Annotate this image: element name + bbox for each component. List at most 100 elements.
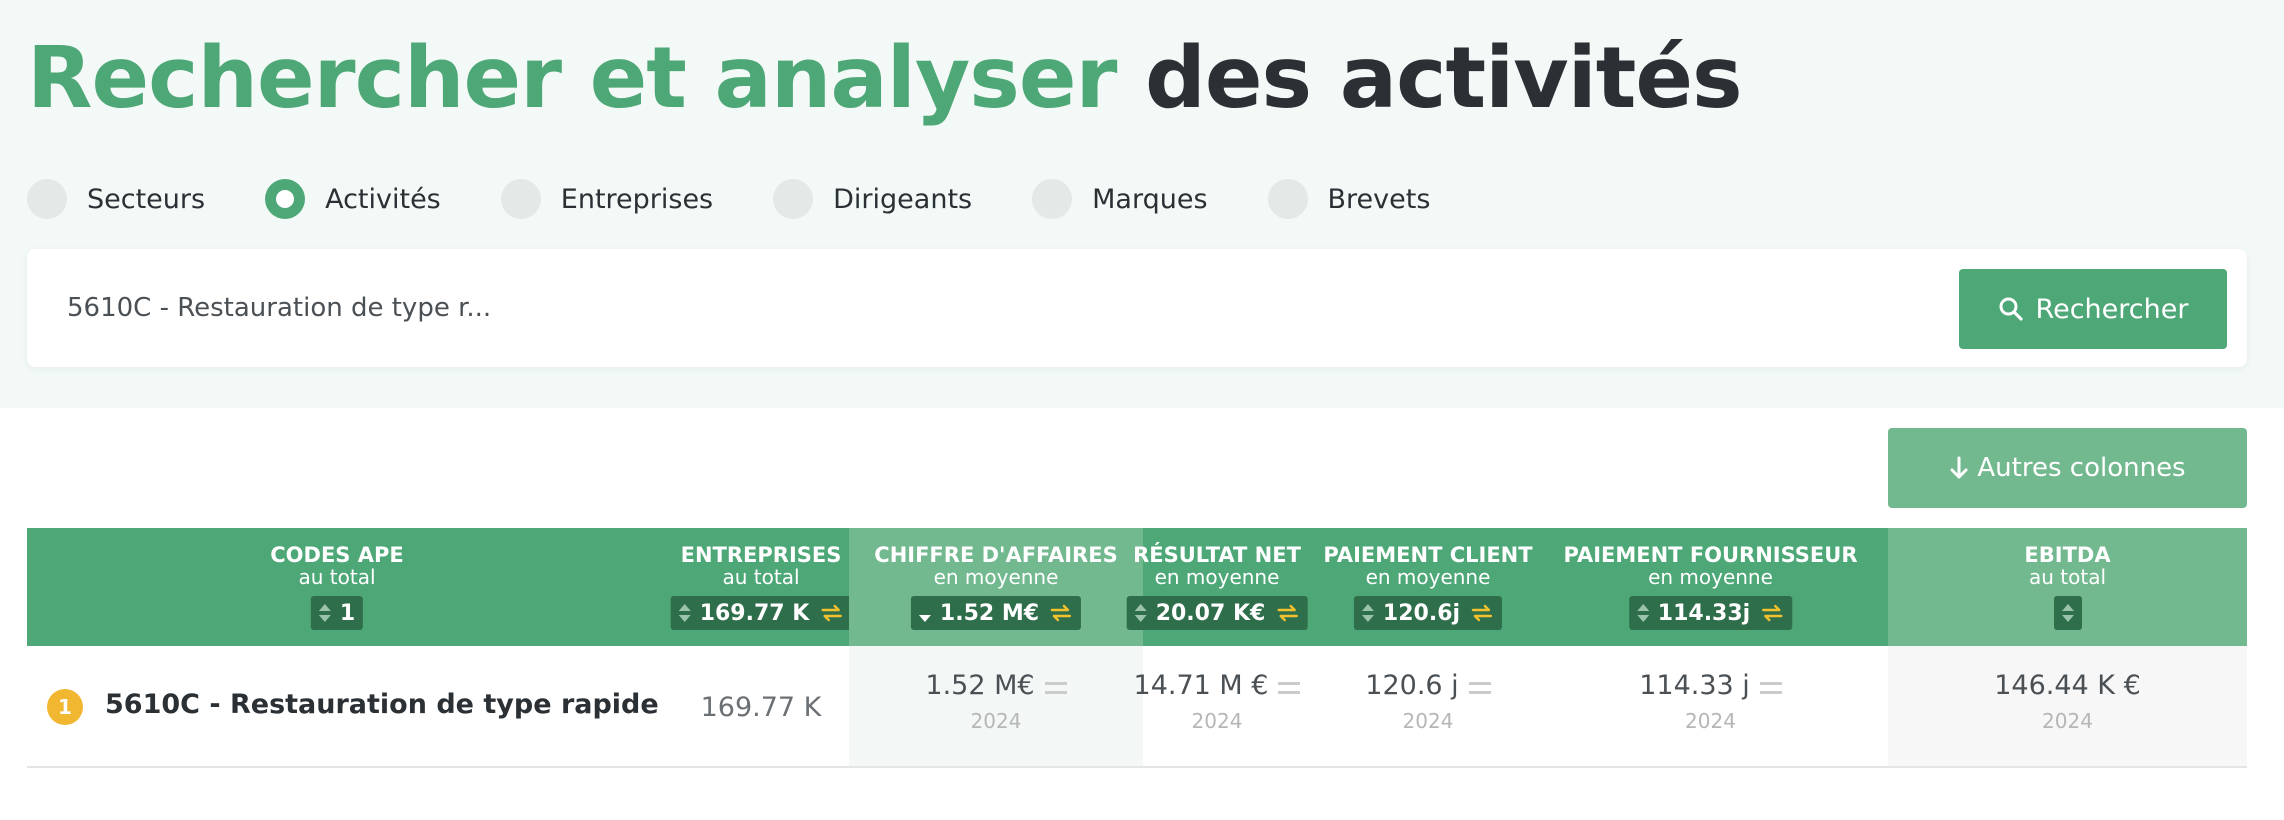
equal-trend-icon — [1044, 681, 1067, 694]
radio-circle-icon — [1032, 179, 1073, 219]
radio-entreprises[interactable]: Entreprises — [500, 179, 714, 219]
column-title: PAIEMENT FOURNISSEUR — [1563, 543, 1858, 567]
column-total: 20.07 K€ — [1155, 600, 1266, 626]
page-title-highlight: Rechercher et analyser — [27, 29, 1117, 128]
search-icon — [1999, 297, 2023, 321]
column-title: CODES APE — [270, 543, 404, 567]
sort-descending-icon — [918, 603, 931, 623]
activities-table: CODES APE au total 1 ENTREPRISES au tota… — [27, 528, 2247, 768]
radio-marques[interactable]: Marques — [1032, 179, 1208, 219]
sort-icon — [1134, 603, 1147, 623]
metric-value: 14.71 M € — [1133, 670, 1269, 701]
cell-resultat-net: 14.71 M € 2024 — [1111, 646, 1323, 766]
column-subtitle: au total — [722, 565, 800, 589]
column-subtitle: au total — [298, 565, 376, 589]
equal-trend-icon — [1759, 681, 1782, 694]
sort-pill-ebitda[interactable] — [2053, 596, 2082, 630]
column-total: 1 — [339, 600, 356, 626]
sort-pill-chiffre-affaires[interactable]: 1.52 M€ — [910, 596, 1082, 630]
column-total: 120.6j — [1382, 600, 1461, 626]
column-header-entreprises: ENTREPRISES au total 169.77 K — [647, 528, 875, 646]
column-header-codes-ape: CODES APE au total 1 — [27, 528, 647, 646]
sort-icon — [318, 603, 331, 623]
sort-icon — [1636, 603, 1649, 623]
table-header: CODES APE au total 1 ENTREPRISES au tota… — [27, 528, 2247, 646]
metric-year: 2024 — [1685, 709, 1736, 733]
search-button-label: Rechercher — [2035, 293, 2189, 325]
radio-brevets[interactable]: Brevets — [1267, 179, 1431, 219]
page-title: Rechercher et analyser des activités — [27, 24, 1743, 134]
sort-icon — [1361, 603, 1374, 623]
column-title: ENTREPRISES — [680, 543, 842, 567]
metric-year: 2024 — [1191, 709, 1243, 733]
page-title-rest: des activités — [1145, 29, 1743, 128]
radio-label: Secteurs — [87, 183, 206, 215]
autres-colonnes-button[interactable]: Autres colonnes — [1888, 428, 2247, 508]
sort-pill-paiement-client[interactable]: 120.6j — [1353, 596, 1503, 630]
column-subtitle: en moyenne — [1154, 565, 1280, 589]
metric-value: 120.6 j — [1365, 670, 1459, 701]
radio-label: Brevets — [1327, 183, 1431, 215]
cell-code-ape: 1 5610C - Restauration de type rapide — [27, 646, 659, 766]
column-title: RÉSULTAT NET — [1133, 543, 1301, 567]
search-button[interactable]: Rechercher — [1959, 269, 2227, 349]
metric-year: 2024 — [2042, 709, 2093, 733]
arrow-down-icon — [1950, 456, 1968, 479]
rank-badge: 1 — [47, 689, 83, 725]
radio-circle-icon — [1267, 179, 1308, 219]
sort-pill-paiement-fournisseur[interactable]: 114.33j — [1628, 596, 1793, 630]
metric-year: 2024 — [1402, 709, 1454, 733]
column-subtitle: en moyenne — [933, 565, 1059, 589]
radio-circle-icon — [773, 179, 814, 219]
sort-icon — [2061, 603, 2074, 623]
cell-paiement-client: 120.6 j 2024 — [1323, 646, 1533, 766]
radio-label: Activités — [325, 183, 441, 215]
swap-icon[interactable] — [1049, 602, 1073, 624]
autres-colonnes-label: Autres colonnes — [1977, 453, 2186, 483]
radio-secteurs[interactable]: Secteurs — [27, 179, 205, 219]
swap-icon[interactable] — [1760, 602, 1784, 624]
column-header-ebitda: EBITDA au total — [1888, 528, 2247, 646]
entreprises-value: 169.77 K — [700, 692, 822, 723]
column-subtitle: en moyenne — [1648, 565, 1773, 589]
sort-pill-resultat-net[interactable]: 20.07 K€ — [1126, 596, 1308, 630]
search-input[interactable] — [67, 285, 1467, 331]
column-subtitle: en moyenne — [1365, 565, 1491, 589]
radio-circle-icon — [500, 179, 541, 219]
column-title: CHIFFRE D'AFFAIRES — [874, 543, 1118, 567]
equal-trend-icon — [1278, 681, 1301, 694]
radio-label: Marques — [1092, 183, 1208, 215]
column-total: 169.77 K — [699, 600, 810, 626]
column-total: 1.52 M€ — [939, 600, 1040, 626]
metric-value: 146.44 K € — [1994, 670, 2141, 701]
column-header-paiement-fournisseur: PAIEMENT FOURNISSEUR en moyenne 114.33j — [1533, 528, 1888, 646]
radio-activites[interactable]: Activités — [265, 179, 441, 219]
swap-icon[interactable] — [819, 602, 843, 624]
sort-pill-codes-ape[interactable]: 1 — [310, 596, 364, 630]
column-header-paiement-client: PAIEMENT CLIENT en moyenne 120.6j — [1323, 528, 1533, 646]
column-header-resultat-net: RÉSULTAT NET en moyenne 20.07 K€ — [1111, 528, 1323, 646]
column-title: PAIEMENT CLIENT — [1323, 543, 1533, 567]
column-header-chiffre-affaires: CHIFFRE D'AFFAIRES en moyenne 1.52 M€ — [849, 528, 1143, 646]
metric-value: 114.33 j — [1639, 670, 1750, 701]
swap-icon[interactable] — [1275, 602, 1299, 624]
cell-ebitda: 146.44 K € 2024 — [1888, 646, 2247, 766]
column-title: EBITDA — [2024, 543, 2111, 567]
radio-checked-icon — [265, 179, 306, 219]
radio-circle-icon — [27, 179, 67, 219]
cell-chiffre-affaires: 1.52 M€ 2024 — [849, 646, 1143, 766]
sort-icon — [678, 603, 691, 623]
hero-section: Rechercher et analyser des activités Sec… — [0, 0, 2284, 408]
sort-pill-entreprises[interactable]: 169.77 K — [670, 596, 852, 630]
radio-dirigeants[interactable]: Dirigeants — [773, 179, 972, 219]
cell-entreprises: 169.77 K — [647, 646, 875, 766]
radio-label: Entreprises — [560, 183, 714, 215]
activity-link[interactable]: 5610C - Restauration de type rapide — [105, 689, 659, 720]
column-total: 114.33j — [1657, 600, 1751, 626]
radio-label: Dirigeants — [833, 183, 973, 215]
swap-icon[interactable] — [1470, 602, 1494, 624]
search-bar: Rechercher — [27, 249, 2247, 367]
metric-value: 1.52 M€ — [925, 670, 1035, 701]
equal-trend-icon — [1468, 681, 1491, 694]
table-row: 1 5610C - Restauration de type rapide 16… — [27, 646, 2247, 768]
